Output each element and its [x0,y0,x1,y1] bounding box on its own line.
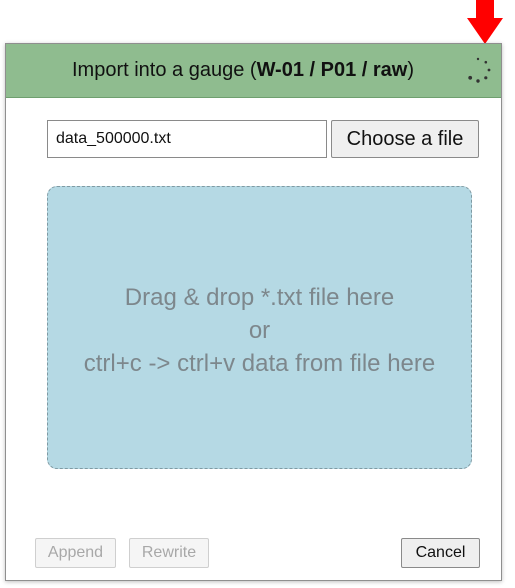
file-name-field[interactable] [47,120,327,158]
rewrite-button[interactable]: Rewrite [129,538,209,568]
choose-file-button[interactable]: Choose a file [331,120,479,158]
dialog-title: Import into a gauge (W-01 / P01 / raw) [72,59,414,82]
dialog-title-suffix: ) [407,59,415,81]
drop-zone-or: or [248,317,271,344]
file-drop-zone[interactable]: Drag & drop *.txt file here or ctrl+c ->… [47,186,472,469]
import-dialog: Import into a gauge (W-01 / P01 / raw) C… [5,43,502,581]
dialog-header: Import into a gauge (W-01 / P01 / raw) [6,44,501,98]
dialog-title-prefix: Import into a gauge ( [72,59,257,81]
dialog-title-gauge: W-01 / P01 / raw [256,59,408,81]
append-button[interactable]: Append [35,538,116,568]
cancel-button[interactable]: Cancel [401,538,480,568]
drop-zone-paste-hint: ctrl+c -> ctrl+v data from file here [83,350,436,377]
drop-zone-instruction: Drag & drop *.txt file here [124,284,395,311]
loading-spinner-icon [468,57,491,83]
red-down-arrow-icon [467,0,503,44]
